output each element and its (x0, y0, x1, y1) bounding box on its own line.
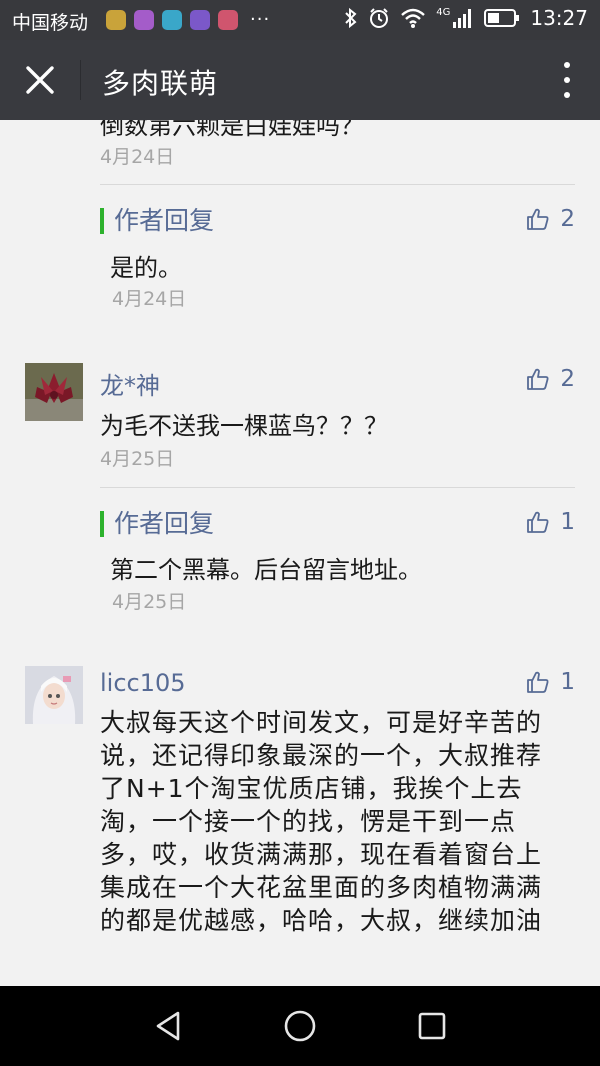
app-notification-icon (106, 10, 126, 30)
close-icon[interactable] (20, 60, 60, 100)
app-notification-icon (134, 10, 154, 30)
app-notification-icon (190, 10, 210, 30)
network-type-label: 4G (436, 6, 451, 18)
header-divider (80, 60, 81, 100)
commenter-name[interactable]: licc105 (100, 669, 186, 697)
comment-date: 4月24日 (100, 146, 175, 168)
like-count: 1 (560, 669, 575, 695)
status-bar: 中国移动 ··· 4G 13:27 (0, 0, 600, 40)
reply-date: 4月25日 (112, 591, 187, 613)
comments-list[interactable]: 倒数第六颗是白娃娃吗？ 4月24日 作者回复 2 是的。 4月24日 龙*神 2… (0, 120, 600, 986)
comment-date: 4月25日 (100, 448, 175, 470)
comment-text-cutoff: 倒数第六颗是白娃娃吗？ (100, 120, 364, 140)
divider (100, 184, 575, 185)
like-count: 2 (560, 206, 575, 232)
like-button[interactable]: 2 (526, 206, 575, 232)
system-navigation-bar (0, 986, 600, 1066)
comment-text: 为毛不送我一棵蓝鸟？？？ (100, 412, 388, 440)
app-notification-icon (218, 10, 238, 30)
reply-text: 是的。 (110, 254, 182, 282)
notification-icons: ··· (106, 10, 270, 30)
more-notifications-icon: ··· (250, 9, 271, 30)
reply-text: 第二个黑幕。后台留言地址。 (110, 556, 422, 584)
back-icon[interactable] (150, 1008, 186, 1044)
alarm-icon (370, 8, 389, 28)
home-icon[interactable] (282, 1008, 318, 1044)
thumbs-up-icon (527, 511, 549, 533)
clock-label: 13:27 (530, 6, 588, 30)
like-button[interactable]: 1 (526, 669, 575, 695)
like-count: 1 (560, 509, 575, 535)
avatar[interactable] (25, 666, 83, 724)
author-reply-tag: 作者回复 (100, 511, 214, 537)
app-header: 多肉联萌 (0, 40, 600, 120)
app-notification-icon (162, 10, 182, 30)
reply-date: 4月24日 (112, 288, 187, 310)
like-button[interactable]: 1 (526, 509, 575, 535)
battery-icon (484, 9, 520, 27)
like-button[interactable]: 2 (526, 366, 575, 392)
wifi-icon (401, 8, 426, 28)
avatar[interactable] (25, 363, 83, 421)
thumbs-up-icon (527, 208, 549, 230)
page-title: 多肉联萌 (102, 67, 219, 100)
like-count: 2 (560, 366, 575, 392)
signal-icon (453, 9, 472, 28)
comment-text: 大叔每天这个时间发文，可是好辛苦的说，还记得印象最深的一个，大叔推荐了N+1个淘… (100, 708, 543, 935)
author-reply-tag: 作者回复 (100, 208, 214, 234)
thumbs-up-icon (527, 671, 549, 693)
recent-apps-icon[interactable] (414, 1008, 450, 1044)
bluetooth-icon (345, 7, 357, 29)
commenter-name[interactable]: 龙*神 (100, 366, 160, 401)
thumbs-up-icon (527, 368, 549, 390)
more-menu-icon[interactable] (562, 62, 572, 98)
divider (100, 487, 575, 488)
carrier-label: 中国移动 (12, 12, 89, 34)
